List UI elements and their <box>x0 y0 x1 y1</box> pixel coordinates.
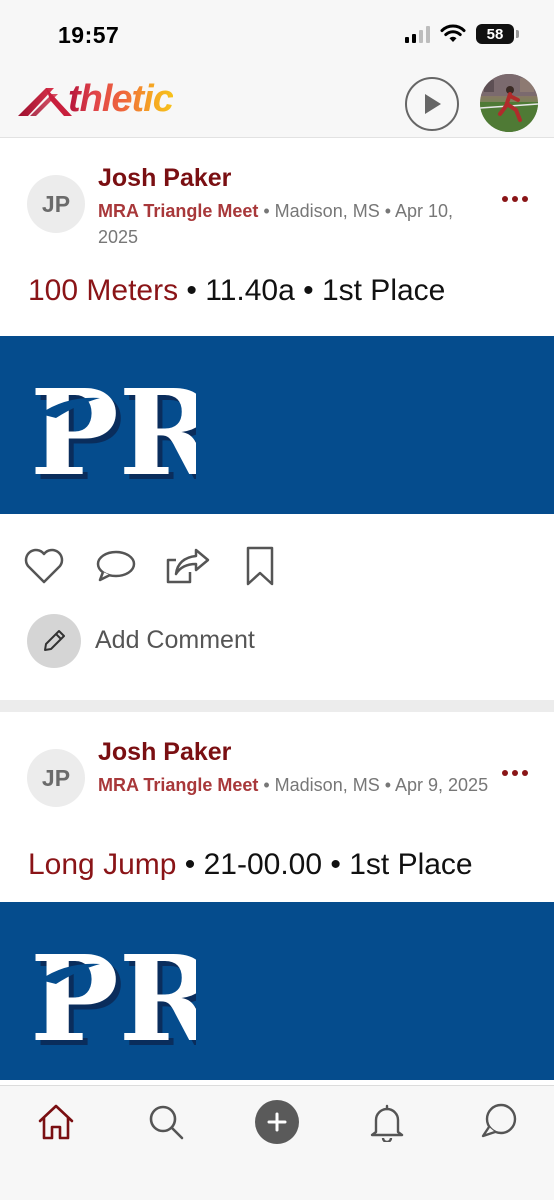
wifi-icon <box>440 24 466 42</box>
event-name: Long Jump <box>28 848 177 881</box>
add-icon <box>255 1100 299 1144</box>
more-options-icon[interactable] <box>502 770 528 776</box>
tab-home[interactable] <box>34 1100 78 1144</box>
status-icons: 58 <box>405 24 519 44</box>
result-line: 100 Meters • 11.40a • 1st Place <box>0 248 554 310</box>
author-name[interactable]: Josh Paker <box>98 738 231 767</box>
share-icon <box>166 548 210 584</box>
result-details: • 11.40a • 1st Place <box>178 274 446 307</box>
result-details: • 21-00.00 • 1st Place <box>176 848 473 881</box>
meet-name[interactable]: MRA Triangle Meet <box>98 775 258 795</box>
pr-banner[interactable]: PR PR <box>0 902 554 1080</box>
status-bar: 19:57 58 <box>0 0 554 64</box>
battery-icon: 58 <box>476 24 519 44</box>
add-comment-label[interactable]: Add Comment <box>95 626 255 655</box>
post-card: JP Josh Paker MRA Triangle Meet • Madiso… <box>0 138 554 700</box>
event-name: 100 Meters <box>28 274 179 307</box>
pr-text: PR <box>30 929 196 1058</box>
heart-icon <box>24 548 64 584</box>
pr-logo: PR PR <box>30 929 196 1058</box>
meta-details: • Madison, MS • Apr 9, 2025 <box>258 775 489 795</box>
author-avatar[interactable]: JP <box>27 749 85 807</box>
add-comment-row[interactable]: Add Comment <box>0 614 554 692</box>
comment-bubble-icon <box>96 550 136 582</box>
athletic-logo[interactable]: thletic <box>16 78 174 120</box>
play-button[interactable] <box>405 77 459 131</box>
notifications-icon <box>370 1104 404 1142</box>
logo-a-mark-icon <box>18 88 72 116</box>
author-avatar[interactable]: JP <box>27 175 85 233</box>
post-meta: MRA Triangle Meet • Madison, MS • Apr 10… <box>98 198 493 250</box>
like-button[interactable] <box>22 544 66 588</box>
post-card: JP Josh Paker MRA Triangle Meet • Madiso… <box>0 712 554 1080</box>
tab-add[interactable] <box>255 1100 299 1144</box>
logo-text: thletic <box>68 78 174 120</box>
feed: JP Josh Paker MRA Triangle Meet • Madiso… <box>0 138 554 1085</box>
messages-icon <box>481 1103 517 1138</box>
post-header: JP Josh Paker MRA Triangle Meet • Madiso… <box>0 138 554 248</box>
comment-button[interactable] <box>94 544 138 588</box>
app-header: thletic <box>0 64 554 138</box>
author-name[interactable]: Josh Paker <box>98 164 231 193</box>
avatar-photo <box>480 74 538 132</box>
meet-name[interactable]: MRA Triangle Meet <box>98 201 258 221</box>
post-meta: MRA Triangle Meet • Madison, MS • Apr 9,… <box>98 772 493 798</box>
post-header: JP Josh Paker MRA Triangle Meet • Madiso… <box>0 712 554 822</box>
pencil-avatar <box>27 614 81 668</box>
share-button[interactable] <box>166 544 210 588</box>
bookmark-icon <box>246 546 274 586</box>
profile-avatar[interactable] <box>480 74 538 132</box>
pencil-icon <box>44 630 65 651</box>
post-actions <box>0 514 554 614</box>
result-line: Long Jump • 21-00.00 • 1st Place <box>0 822 554 884</box>
more-options-icon[interactable] <box>502 196 528 202</box>
bottom-tab-bar <box>0 1085 554 1200</box>
home-icon <box>38 1104 74 1140</box>
tab-notifications[interactable] <box>365 1100 409 1144</box>
tab-search[interactable] <box>144 1100 188 1144</box>
search-icon <box>149 1105 184 1140</box>
pr-banner[interactable]: PR PR <box>0 336 554 514</box>
pr-text: PR <box>30 363 196 492</box>
tab-messages[interactable] <box>477 1100 521 1144</box>
cellular-signal-icon <box>405 25 430 43</box>
pr-logo: PR PR <box>30 363 196 492</box>
status-time: 19:57 <box>58 22 120 48</box>
bookmark-button[interactable] <box>238 544 282 588</box>
play-icon <box>425 94 441 114</box>
post-separator <box>0 700 554 712</box>
